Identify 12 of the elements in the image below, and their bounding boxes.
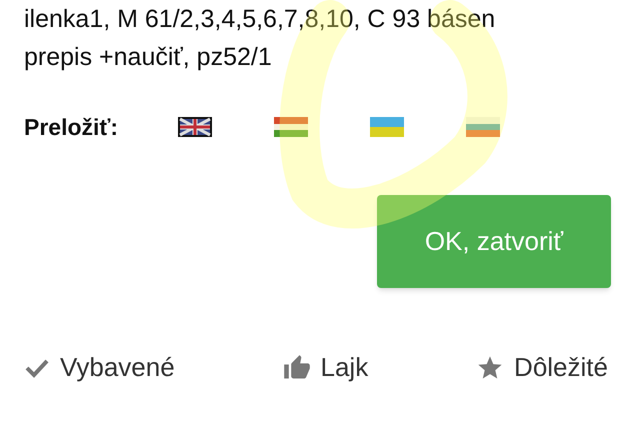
note-text: ilenka1, M 61/2,3,4,5,6,7,8,10, C 93 básen (24, 4, 496, 35)
bicolor-flag-icon[interactable] (370, 117, 404, 137)
thumbs-up-icon (282, 354, 311, 382)
tricolor-flag-icon[interactable] (274, 117, 308, 137)
note-text: prepis +naučiť, pz52/1 (24, 42, 273, 73)
action-button[interactable]: Lajk (282, 348, 368, 387)
uk-flag-icon[interactable] (178, 117, 212, 137)
translate-label: Preložiť: (24, 112, 120, 142)
checkmark-icon (24, 358, 50, 378)
action-button[interactable]: Dôležité (476, 348, 608, 387)
action-button[interactable]: Vybavené (24, 348, 175, 387)
tricolor-flag-icon[interactable] (466, 117, 500, 137)
